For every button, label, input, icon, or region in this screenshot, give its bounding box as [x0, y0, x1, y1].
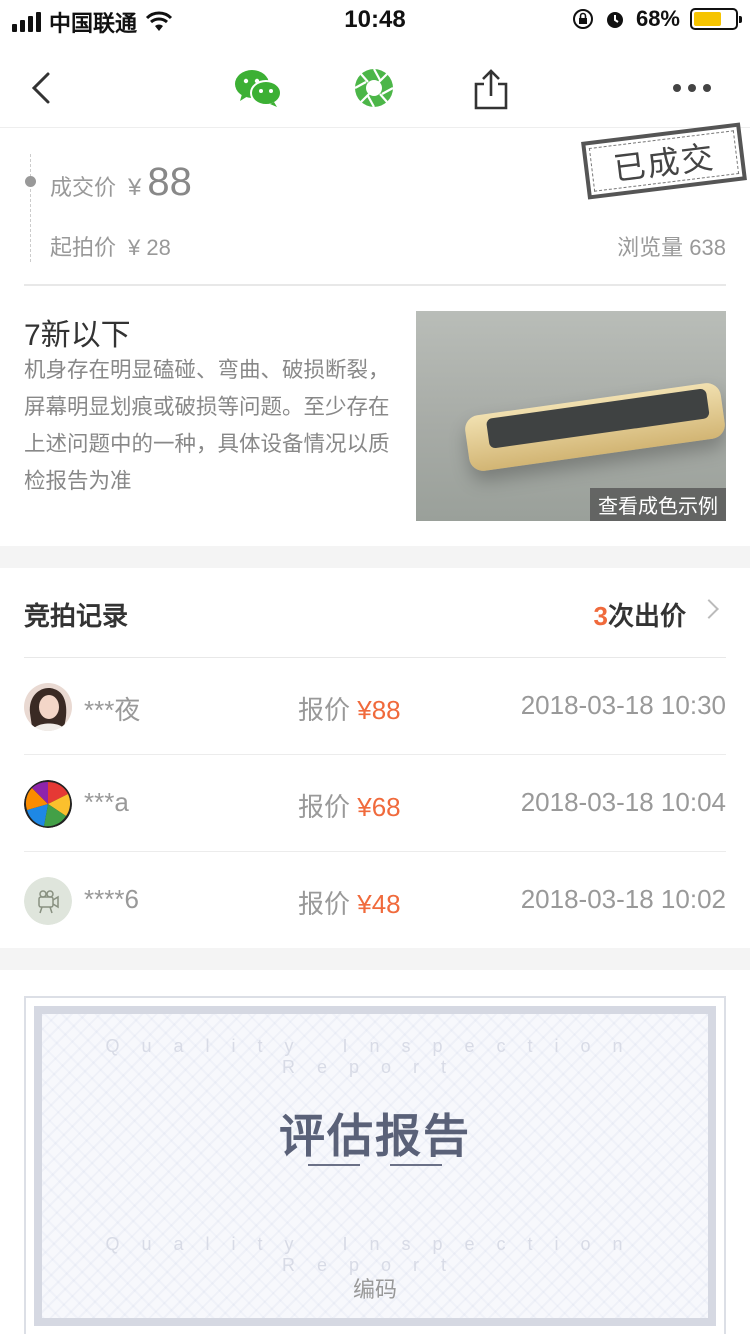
section-divider — [0, 546, 750, 568]
status-bar: 中国联通 10:48 68% — [0, 0, 750, 40]
phone-photo — [463, 381, 726, 473]
deal-price-value: 88 — [147, 160, 192, 204]
condition-title: 7新以下 — [24, 319, 131, 352]
more-icon[interactable] — [672, 78, 712, 98]
title-underline — [390, 1164, 442, 1166]
avatar — [24, 780, 72, 828]
inspection-report-card[interactable]: Quality Inspection Report 评估报告 Quality I… — [24, 996, 726, 1334]
rotation-lock-icon — [572, 9, 593, 29]
avatar — [24, 877, 72, 925]
start-price-row: 起拍价 ¥ 28 — [50, 230, 171, 262]
condition-section: 7新以下 机身存在明显磕碰、弯曲、破损断裂，屏幕明显划痕或破损等问题。至少存在上… — [24, 288, 726, 546]
bid-time: 2018-03-18 10:30 — [520, 690, 726, 720]
bid-offer: 报价 ¥48 — [298, 884, 401, 921]
bid-records-header[interactable]: 竞拍记录 3次出价 — [24, 568, 726, 658]
bid-records-section: 竞拍记录 3次出价 ***夜 报价 ¥88 2018-03-18 10:30 *… — [0, 568, 750, 948]
bid-offer-label: 报价 — [298, 792, 351, 822]
title-underline — [308, 1164, 360, 1166]
report-watermark: Quality Inspection Report — [105, 1036, 645, 1077]
report-watermark: Quality Inspection Report — [105, 1234, 645, 1275]
bid-time: 2018-03-18 10:02 — [520, 884, 726, 914]
battery-percent: 68% — [635, 6, 680, 31]
timeline-line — [30, 154, 31, 262]
bid-offer: 报价 ¥68 — [298, 787, 401, 824]
section-divider — [0, 948, 750, 970]
start-price-label: 起拍价 — [50, 235, 117, 260]
moments-icon[interactable] — [354, 68, 394, 108]
condition-example-image[interactable]: 查看成色示例 — [416, 311, 726, 521]
wechat-icon[interactable] — [234, 68, 282, 108]
bidder-name: ***夜 — [84, 695, 141, 725]
alarm-icon — [606, 12, 623, 28]
share-icon[interactable] — [472, 68, 510, 110]
report-title: 评估报告 — [279, 1110, 471, 1162]
back-icon[interactable] — [24, 70, 60, 106]
bid-count-text: 次出价 — [607, 601, 686, 631]
sold-stamp-text: 已成交 — [611, 138, 718, 188]
report-certificate: Quality Inspection Report 评估报告 Quality I… — [34, 1006, 716, 1326]
bid-offer-label: 报价 — [298, 889, 351, 919]
bid-amount: ¥88 — [357, 695, 401, 725]
nav-bar — [0, 48, 750, 128]
bid-row: ***夜 报价 ¥88 2018-03-18 10:30 — [24, 658, 726, 755]
bid-time: 2018-03-18 10:04 — [520, 787, 726, 817]
deal-price-row: 成交价 ¥ 88 — [50, 160, 192, 205]
timeline-dot — [25, 176, 36, 187]
avatar — [24, 683, 72, 731]
condition-description: 机身存在明显磕碰、弯曲、破损断裂，屏幕明显划痕或破损等问题。至少存在上述问题中的… — [24, 358, 390, 493]
bidder-name: ****6 — [84, 884, 139, 914]
status-right: 68% — [572, 6, 742, 32]
report-code-label: 编码 — [352, 1277, 397, 1302]
bid-count-number: 3 — [593, 601, 608, 631]
bid-records-title: 竞拍记录 — [24, 601, 129, 631]
currency-symbol: ¥ — [128, 174, 142, 201]
bid-offer-label: 报价 — [298, 695, 351, 725]
battery-icon — [690, 8, 742, 30]
bidder-name: ***a — [84, 787, 129, 817]
bid-offer: 报价 ¥88 — [298, 690, 401, 727]
bid-count: 3次出价 — [594, 596, 686, 633]
bid-amount: ¥68 — [357, 792, 401, 822]
bid-amount: ¥48 — [357, 889, 401, 919]
bid-row: ***a 报价 ¥68 2018-03-18 10:04 — [24, 755, 726, 852]
deal-price-label: 成交价 — [50, 175, 117, 200]
sold-stamp: 已成交 — [581, 122, 747, 200]
start-price-value: ¥ 28 — [128, 235, 171, 260]
view-count: 浏览量 638 — [617, 235, 726, 260]
chevron-right-icon — [699, 599, 719, 619]
price-section: 成交价 ¥ 88 起拍价 ¥ 28 浏览量 638 已成交 — [24, 122, 747, 286]
bid-row: ****6 报价 ¥48 2018-03-18 10:02 — [24, 852, 726, 949]
condition-example-link[interactable]: 查看成色示例 — [590, 488, 726, 521]
